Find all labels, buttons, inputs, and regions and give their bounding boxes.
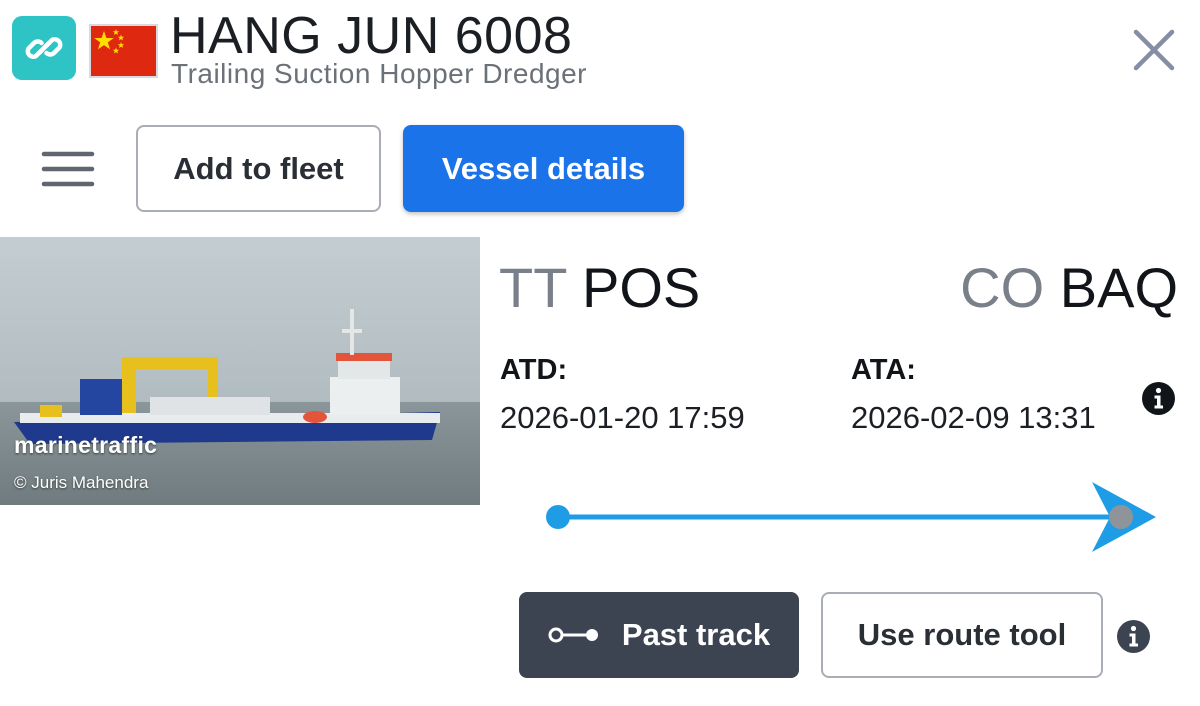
departure-country-code: TT: [499, 256, 567, 319]
arrival-country-code: CO: [960, 256, 1045, 319]
info-icon: [1117, 620, 1150, 653]
use-route-tool-button[interactable]: Use route tool: [821, 592, 1103, 678]
track-path-icon: [548, 627, 598, 643]
hamburger-menu-icon: [41, 151, 95, 187]
link-icon: [25, 37, 63, 59]
add-to-fleet-button[interactable]: Add to fleet: [136, 125, 381, 212]
ata-label: ATA:: [851, 354, 916, 386]
info-icon: [1142, 382, 1175, 415]
link-button[interactable]: [12, 16, 76, 80]
voyage-progress-bar: [546, 482, 1156, 552]
vessel-type: Trailing Suction Hopper Dredger: [171, 58, 587, 89]
vessel-position-marker: [1109, 505, 1133, 529]
close-button[interactable]: [1128, 24, 1180, 76]
vessel-photo[interactable]: [0, 237, 480, 505]
past-track-button[interactable]: Past track: [519, 592, 799, 678]
photo-credit: © Juris Mahendra: [14, 473, 149, 492]
departure-dot: [546, 505, 570, 529]
close-icon: [1133, 29, 1175, 71]
route-info-button[interactable]: [1116, 619, 1151, 654]
arrival-port-code: BAQ: [1059, 256, 1178, 319]
flag-china-icon: [89, 24, 158, 78]
departure-port-code: POS: [581, 256, 701, 319]
photo-watermark: marinetraffic: [14, 432, 158, 458]
arrival-port[interactable]: CO BAQ: [960, 256, 1178, 320]
menu-button[interactable]: [38, 146, 98, 192]
ata-time: 2026-02-09 13:31: [851, 400, 1096, 435]
past-track-label: Past track: [621, 617, 771, 652]
atd-label: ATD:: [500, 354, 568, 386]
vessel-details-button[interactable]: Vessel details: [403, 125, 684, 212]
voyage-info-button[interactable]: [1141, 381, 1176, 416]
departure-port[interactable]: TT POS: [499, 256, 700, 320]
atd-time: 2026-01-20 17:59: [500, 400, 745, 435]
